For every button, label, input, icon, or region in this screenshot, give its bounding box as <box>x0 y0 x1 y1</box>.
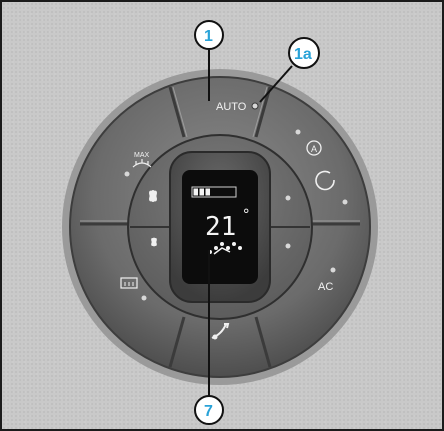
rear-defrost-led <box>141 295 147 301</box>
temperature-up-button[interactable] <box>285 195 291 201</box>
temperature-readout: 21 <box>205 212 236 242</box>
max-defrost-led <box>124 171 130 177</box>
fan-level-bar <box>205 188 210 196</box>
svg-text:7: 7 <box>204 403 213 420</box>
temperature-down-button[interactable] <box>285 243 291 249</box>
ac-label: AC <box>318 281 333 293</box>
recirculation-auto-led <box>295 129 301 135</box>
recirculation-led <box>342 199 348 205</box>
auto-label: AUTO <box>216 101 247 113</box>
svg-text:1a: 1a <box>294 46 312 63</box>
ac-led <box>330 267 336 273</box>
photo-frame: 21 ° AUTO A AC MAX 1 1a 7 <box>0 0 444 431</box>
auto-indicator-led <box>251 102 259 110</box>
temperature-unit: ° <box>242 207 250 223</box>
fan-level-bars <box>193 188 210 196</box>
fan-level-bar <box>193 188 198 196</box>
callout-1a: 1a <box>288 37 320 69</box>
max-label: MAX <box>134 152 150 159</box>
svg-text:1: 1 <box>204 28 213 45</box>
callout-7: 7 <box>194 395 224 425</box>
callout-1: 1 <box>194 20 224 50</box>
climate-control-panel: 21 ° AUTO A AC MAX 1 1a 7 <box>62 20 378 425</box>
fan-level-bar <box>199 188 204 196</box>
recirculation-auto-label: A <box>311 144 317 154</box>
